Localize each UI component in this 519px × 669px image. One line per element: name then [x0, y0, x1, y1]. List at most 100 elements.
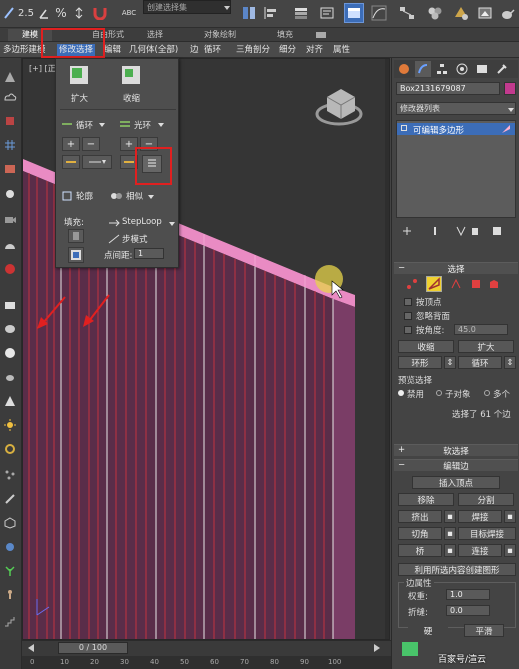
gear-icon[interactable]: [2, 540, 18, 554]
preview-subobject-radio[interactable]: [436, 390, 442, 396]
hierarchy-tab-icon[interactable]: [434, 61, 450, 77]
grow-button[interactable]: 扩大: [458, 340, 514, 353]
loop-grow-one-button[interactable]: [62, 155, 80, 169]
make-unique-icon[interactable]: [456, 226, 466, 239]
fill-hole-button-icon[interactable]: [68, 247, 84, 263]
insert-vertex-button[interactable]: 插入顶点: [412, 476, 500, 489]
scene-explorer-icon[interactable]: [318, 3, 336, 23]
edit-edges-rollout-header[interactable]: − 编辑边: [394, 459, 518, 472]
panel-edges[interactable]: 边: [190, 44, 199, 56]
ring-button[interactable]: 环形: [398, 356, 442, 369]
light-bulb-icon[interactable]: [2, 188, 18, 202]
tab-selection[interactable]: 选择: [140, 29, 170, 41]
show-end-result-icon[interactable]: [430, 226, 440, 239]
edge-mode-icon[interactable]: [426, 276, 442, 292]
utilities-tab-icon[interactable]: [494, 61, 510, 77]
split-button[interactable]: 分割: [458, 493, 514, 506]
ring-dropdown-icon[interactable]: [158, 121, 164, 131]
grow-label[interactable]: 扩大: [71, 92, 88, 104]
outline-label[interactable]: 轮廓: [76, 190, 93, 202]
percent-snap-toggle[interactable]: %: [52, 3, 70, 23]
similar-dropdown-icon[interactable]: [148, 193, 154, 203]
loop-grow-button[interactable]: +: [62, 137, 80, 151]
loop-label[interactable]: 循环: [76, 119, 93, 131]
camera-tool-icon[interactable]: [2, 212, 18, 226]
extrude-button[interactable]: 挤出: [398, 510, 442, 523]
torus-tool-icon[interactable]: [2, 442, 18, 456]
teapot-tool-icon[interactable]: [2, 370, 18, 384]
brick-tool-icon[interactable]: [2, 162, 18, 176]
chevron-down-icon[interactable]: [222, 2, 232, 14]
grid-tool-icon[interactable]: [2, 138, 18, 152]
display-tab-icon[interactable]: [474, 61, 490, 77]
magnet-icon[interactable]: [90, 3, 110, 23]
target-weld-button[interactable]: 目标焊接: [458, 527, 516, 540]
cylinder-tool-icon[interactable]: [2, 322, 18, 336]
element-mode-icon[interactable]: [488, 278, 500, 293]
figure-tool-icon[interactable]: [2, 588, 18, 602]
cube-tool-icon[interactable]: [2, 114, 18, 128]
preview-disabled-radio[interactable]: [398, 390, 404, 396]
mirror-icon[interactable]: [240, 3, 258, 23]
cloud-tool-icon[interactable]: [2, 90, 18, 104]
connect-button[interactable]: 连接: [458, 544, 502, 557]
rendered-frame-icon[interactable]: [476, 3, 494, 23]
panel-edit[interactable]: 编辑: [104, 44, 121, 56]
object-color-swatch[interactable]: [504, 82, 516, 95]
border-mode-icon[interactable]: [450, 278, 462, 293]
create-tab-icon[interactable]: [396, 61, 412, 77]
hard-button[interactable]: 硬: [408, 624, 448, 637]
helper-tool-icon[interactable]: [2, 262, 18, 276]
weld-button[interactable]: 焊接: [458, 510, 502, 523]
panel-align[interactable]: 对齐: [306, 44, 323, 56]
polygon-mode-icon[interactable]: [470, 278, 482, 293]
similar-label[interactable]: 相似: [126, 190, 143, 202]
chamfer-button[interactable]: 切角: [398, 527, 442, 540]
panel-subdivision[interactable]: 细分: [279, 44, 296, 56]
sun-tool-icon[interactable]: [2, 418, 18, 432]
ring-spinner[interactable]: ⇕: [444, 356, 456, 369]
chamfer-settings-icon[interactable]: ▪: [444, 527, 456, 540]
time-slider[interactable]: 0 / 100: [58, 642, 128, 654]
weight-input[interactable]: 1.0: [446, 589, 490, 600]
ring-label[interactable]: 光环: [134, 119, 151, 131]
bone-tool-icon[interactable]: [2, 492, 18, 506]
loop-shrink-button[interactable]: −: [82, 137, 100, 151]
loop-dropdown-icon[interactable]: [99, 121, 105, 131]
snap-toggle-icon[interactable]: [2, 3, 16, 23]
shrink-label[interactable]: 收缩: [123, 92, 140, 104]
bridge-button[interactable]: 桥: [398, 544, 442, 557]
stairs-tool-icon[interactable]: [2, 614, 18, 628]
panel-polygon-modeling[interactable]: 多边形建模: [3, 44, 46, 56]
plant-tool-icon[interactable]: [2, 564, 18, 578]
modify-tab-icon[interactable]: [415, 61, 431, 77]
loop-button[interactable]: 循环: [458, 356, 502, 369]
dome-tool-icon[interactable]: [2, 238, 18, 252]
cone2-tool-icon[interactable]: [2, 394, 18, 408]
timeline-prev-icon[interactable]: [26, 643, 36, 653]
timeline-next-icon[interactable]: [372, 643, 382, 653]
tab-populate[interactable]: 填充: [272, 29, 298, 41]
by-vertex-checkbox[interactable]: [404, 298, 412, 306]
schematic-view-icon[interactable]: [398, 3, 416, 23]
loop-spinner[interactable]: ⇕: [504, 356, 516, 369]
sphere-tool-icon[interactable]: [2, 346, 18, 360]
modifier-list-chevron-down-icon[interactable]: [508, 106, 514, 116]
extrude-settings-icon[interactable]: ▪: [444, 510, 456, 523]
weld-settings-icon[interactable]: ▪: [504, 510, 516, 523]
material-editor-icon[interactable]: [426, 3, 444, 23]
panel-properties[interactable]: 属性: [333, 44, 350, 56]
color-swatch-green[interactable]: [402, 642, 418, 656]
selection-set-dropdown[interactable]: 创建选择集: [143, 0, 231, 14]
connect-settings-icon[interactable]: ▪: [504, 544, 516, 557]
by-angle-checkbox[interactable]: [404, 326, 412, 334]
ignore-backfacing-checkbox[interactable]: [404, 312, 412, 320]
align-icon[interactable]: [262, 3, 280, 23]
remove-button[interactable]: 移除: [398, 493, 454, 506]
ribbon-toggle-icon[interactable]: [344, 3, 364, 23]
layer-manager-icon[interactable]: [292, 3, 310, 23]
cone-tool-icon[interactable]: [2, 70, 18, 84]
render-setup-icon[interactable]: [452, 3, 470, 23]
create-shape-button[interactable]: 利用所选内容创建图形: [398, 563, 516, 576]
motion-tab-icon[interactable]: [454, 61, 470, 77]
